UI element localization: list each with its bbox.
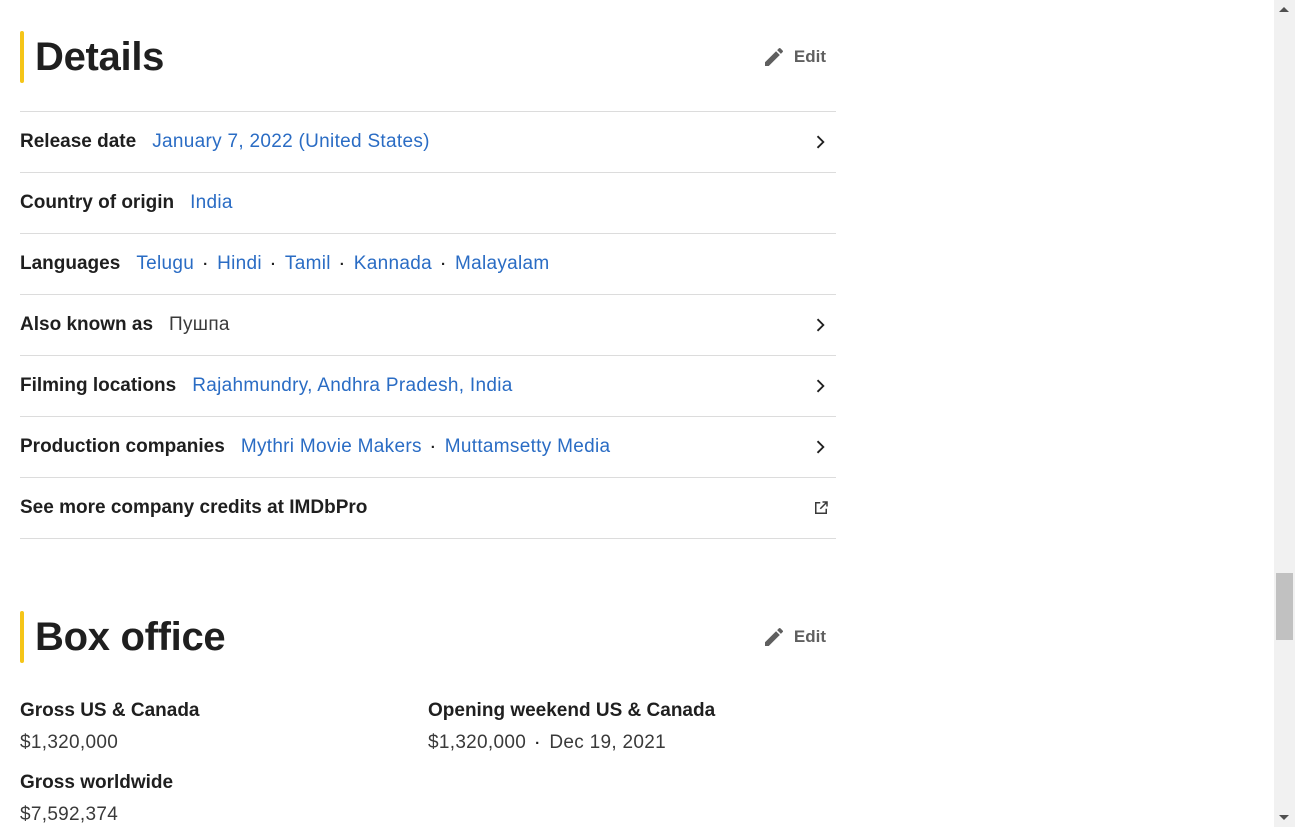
imdbpro-link-label[interactable]: See more company credits at IMDbPro — [20, 497, 367, 519]
aka-label: Also known as — [20, 314, 154, 335]
production-companies-row[interactable]: Production companies Mythri Movie Makers… — [20, 417, 836, 478]
language-link[interactable]: Tamil — [285, 253, 331, 275]
pencil-icon — [764, 47, 783, 66]
production-label: Production companies — [20, 436, 225, 457]
chevron-right-icon[interactable] — [810, 315, 830, 335]
box-office-title: Box office — [35, 615, 226, 659]
separator-dot: · — [203, 255, 209, 273]
details-edit-button[interactable]: Edit — [762, 44, 826, 70]
production-company-link[interactable]: Muttamsetty Media — [445, 436, 611, 458]
release-date-link[interactable]: January 7, 2022 (United States) — [152, 131, 430, 153]
filming-locations-row[interactable]: Filming locations Rajahmundry, Andhra Pr… — [20, 356, 836, 417]
language-link[interactable]: Hindi — [217, 253, 262, 275]
gross-us-canada: Gross US & Canada $1,320,000 — [20, 700, 200, 754]
box-office-section-header: Box office Edit — [20, 611, 836, 663]
country-of-origin-row: Country of origin India — [20, 173, 836, 234]
languages-row: Languages Telugu · Hindi · Tamil · Kanna… — [20, 234, 836, 295]
section-accent-bar — [20, 611, 24, 663]
separator-dot: · — [440, 255, 446, 273]
chevron-right-icon[interactable] — [810, 376, 830, 396]
external-link-icon[interactable] — [812, 499, 830, 517]
separator-dot: · — [535, 734, 541, 752]
details-title: Details — [35, 35, 165, 79]
details-list: Release date January 7, 2022 (United Sta… — [20, 111, 836, 539]
scroll-up-arrow-icon[interactable] — [1279, 7, 1289, 12]
aka-value: Пушпа — [169, 314, 230, 335]
language-link[interactable]: Kannada — [354, 253, 432, 275]
box-office-edit-button[interactable]: Edit — [762, 624, 826, 650]
gross-us-label: Gross US & Canada — [20, 700, 200, 721]
scrollbar-thumb[interactable] — [1276, 573, 1293, 640]
separator-dot: · — [270, 255, 276, 273]
release-date-row[interactable]: Release date January 7, 2022 (United Sta… — [20, 112, 836, 173]
country-link[interactable]: India — [190, 192, 233, 214]
chevron-right-icon[interactable] — [810, 132, 830, 152]
gross-worldwide: Gross worldwide $7,592,374 — [20, 772, 173, 826]
filming-location-link[interactable]: Rajahmundry, Andhra Pradesh, India — [192, 375, 512, 397]
gross-worldwide-value: $7,592,374 — [20, 804, 119, 825]
language-link[interactable]: Malayalam — [455, 253, 550, 275]
languages-label: Languages — [20, 253, 121, 274]
opening-weekend: Opening weekend US & Canada $1,320,000 ·… — [428, 700, 715, 754]
opening-weekend-value: $1,320,000 · Dec 19, 2021 — [428, 732, 715, 754]
edit-label: Edit — [793, 627, 826, 646]
separator-dot: · — [339, 255, 345, 273]
also-known-as-row[interactable]: Also known as Пушпа — [20, 295, 836, 356]
edit-label: Edit — [793, 47, 826, 66]
opening-weekend-label: Opening weekend US & Canada — [428, 700, 716, 721]
pencil-icon — [764, 627, 783, 646]
release-date-label: Release date — [20, 131, 137, 152]
details-section-header: Details Edit — [20, 31, 836, 83]
gross-us-value: $1,320,000 — [20, 732, 119, 753]
imdbpro-credits-row[interactable]: See more company credits at IMDbPro — [20, 478, 836, 539]
country-label: Country of origin — [20, 192, 175, 213]
separator-dot: · — [430, 438, 436, 456]
gross-worldwide-label: Gross worldwide — [20, 772, 174, 793]
chevron-right-icon[interactable] — [810, 437, 830, 457]
scroll-down-arrow-icon[interactable] — [1279, 815, 1289, 820]
production-company-link[interactable]: Mythri Movie Makers — [241, 436, 422, 458]
vertical-scrollbar[interactable] — [1274, 0, 1295, 827]
section-accent-bar — [20, 31, 24, 83]
opening-weekend-date: Dec 19, 2021 — [549, 732, 667, 753]
filming-label: Filming locations — [20, 375, 177, 396]
language-link[interactable]: Telugu — [136, 253, 194, 275]
opening-weekend-amount: $1,320,000 — [428, 732, 527, 753]
